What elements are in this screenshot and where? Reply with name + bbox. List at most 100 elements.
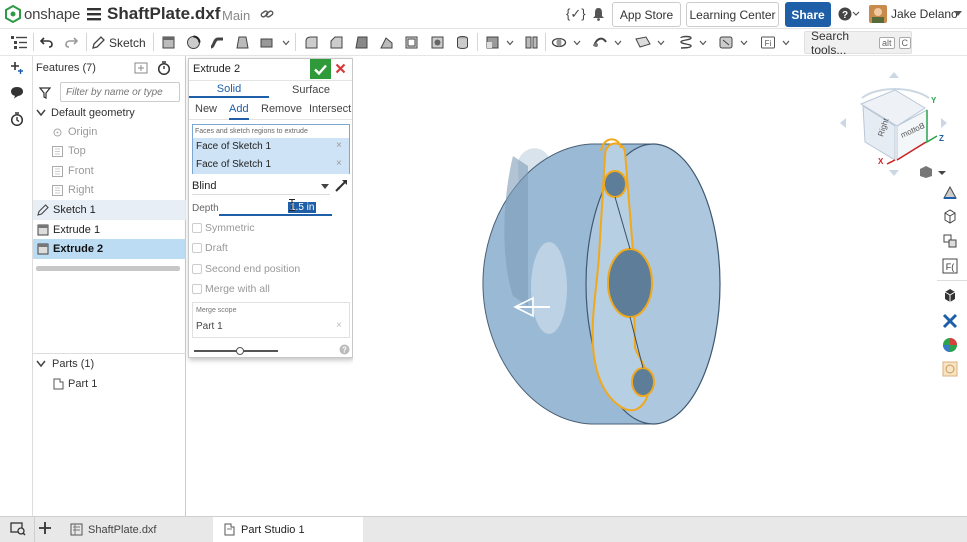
timer-icon[interactable] bbox=[157, 61, 171, 75]
split-tool-icon[interactable] bbox=[521, 31, 541, 54]
extrude-1-row[interactable]: Extrude 1 bbox=[33, 220, 186, 240]
plane-dropdown-chevron-icon[interactable] bbox=[655, 31, 667, 54]
region-item[interactable]: Face of Sketch 1 × bbox=[193, 156, 349, 174]
sweep-tool-icon[interactable] bbox=[207, 31, 227, 54]
flip-direction-icon[interactable] bbox=[334, 178, 349, 193]
merge-scope-box[interactable]: Merge scope Part 1 × bbox=[192, 302, 350, 338]
remove-region-icon[interactable]: × bbox=[336, 140, 342, 151]
cylinder-tool-icon[interactable] bbox=[452, 31, 472, 54]
boolean-dropdown-chevron-icon[interactable] bbox=[504, 31, 516, 54]
helix-dropdown-chevron-icon[interactable] bbox=[697, 31, 709, 54]
measure-icon[interactable]: F( bbox=[942, 258, 958, 274]
extrude-2-row[interactable]: Extrude 2 bbox=[33, 239, 186, 259]
merge-with-all-option[interactable]: Merge with all bbox=[192, 283, 270, 295]
transform-tool-icon[interactable] bbox=[549, 31, 569, 54]
tab-surface[interactable]: Surface bbox=[271, 81, 351, 98]
draft-checkbox[interactable] bbox=[192, 243, 202, 253]
link-icon[interactable] bbox=[260, 8, 274, 20]
redo-icon[interactable] bbox=[61, 31, 81, 54]
history-icon[interactable] bbox=[10, 112, 24, 126]
document-title[interactable]: ShaftPlate.dxf bbox=[107, 4, 220, 24]
comments-icon[interactable] bbox=[10, 86, 24, 99]
right-plane-row[interactable]: Right bbox=[33, 180, 186, 200]
rollback-bar[interactable] bbox=[36, 266, 180, 271]
insert-feature-icon[interactable] bbox=[10, 61, 24, 75]
extrude-tool-icon[interactable] bbox=[158, 31, 178, 54]
undo-icon[interactable] bbox=[36, 31, 56, 54]
origin-row[interactable]: Origin bbox=[33, 122, 186, 142]
search-tools-button[interactable]: Search tools... alt C bbox=[804, 29, 912, 57]
chevron-down-icon[interactable] bbox=[36, 360, 46, 368]
regions-selection-box[interactable]: Faces and sketch regions to extrude Face… bbox=[192, 124, 350, 174]
draft-option[interactable]: Draft bbox=[192, 242, 228, 254]
sketch-1-row[interactable]: Sketch 1 bbox=[33, 200, 186, 220]
rib-tool-icon[interactable] bbox=[376, 31, 396, 54]
user-avatar[interactable] bbox=[869, 5, 887, 23]
merge-with-all-checkbox[interactable] bbox=[192, 284, 202, 294]
explode-view-icon[interactable] bbox=[942, 233, 958, 249]
remove-scope-icon[interactable]: × bbox=[336, 320, 342, 331]
part-1-row[interactable]: Part 1 bbox=[33, 374, 186, 394]
preview-slider[interactable] bbox=[194, 347, 278, 355]
revolve-tool-icon[interactable] bbox=[183, 31, 203, 54]
draft-tool-icon[interactable] bbox=[351, 31, 371, 54]
appearance-icon[interactable] bbox=[942, 337, 958, 353]
feature-filter-input[interactable] bbox=[60, 82, 180, 102]
tab-shaftplate-dxf[interactable]: ShaftPlate.dxf bbox=[60, 517, 210, 542]
parts-header-row[interactable]: Parts (1) bbox=[33, 354, 186, 374]
depth-input[interactable]: 1.5 in bbox=[219, 200, 332, 216]
cancel-button[interactable] bbox=[335, 63, 346, 74]
thicken-dropdown-chevron-icon[interactable] bbox=[280, 31, 292, 54]
front-plane-row[interactable]: Front bbox=[33, 161, 186, 181]
mate-connector-icon[interactable] bbox=[942, 313, 958, 329]
pattern-tool-icon[interactable] bbox=[590, 31, 610, 54]
default-geometry-row[interactable]: Default geometry bbox=[33, 103, 186, 123]
op-add[interactable]: Add bbox=[229, 103, 249, 120]
share-button[interactable]: Share bbox=[785, 2, 831, 27]
boolean-tool-icon[interactable] bbox=[482, 31, 502, 54]
op-intersect[interactable]: Intersect bbox=[309, 103, 351, 115]
fillet-tool-icon[interactable] bbox=[301, 31, 321, 54]
transform-dropdown-chevron-icon[interactable] bbox=[571, 31, 583, 54]
second-end-option[interactable]: Second end position bbox=[192, 263, 300, 275]
helix-tool-icon[interactable] bbox=[676, 31, 696, 54]
graphics-viewport[interactable]: Right Bottom X Y Z F( bbox=[353, 56, 967, 516]
feature-list-toggle-icon[interactable] bbox=[8, 31, 30, 54]
section-view-icon[interactable] bbox=[942, 185, 958, 201]
custom-features-dropdown-chevron-icon[interactable] bbox=[780, 31, 792, 54]
variables-icon[interactable]: {✓} bbox=[566, 6, 586, 22]
chevron-down-icon[interactable] bbox=[36, 109, 46, 117]
chamfer-tool-icon[interactable] bbox=[326, 31, 346, 54]
hole-tool-icon[interactable] bbox=[427, 31, 447, 54]
app-store-button[interactable]: App Store bbox=[612, 2, 681, 27]
user-name[interactable]: Jake Delano bbox=[891, 7, 958, 21]
view-options-icon[interactable] bbox=[920, 165, 946, 179]
learning-center-button[interactable]: Learning Center bbox=[686, 2, 779, 27]
second-end-checkbox[interactable] bbox=[192, 264, 202, 274]
surface-tool-icon[interactable] bbox=[716, 31, 736, 54]
notifications-bell-icon[interactable] bbox=[592, 7, 605, 21]
tab-manager-icon[interactable] bbox=[10, 522, 26, 536]
onshape-logo-icon[interactable] bbox=[5, 5, 21, 23]
user-menu-chevron-icon[interactable] bbox=[954, 11, 962, 17]
help-icon[interactable]: ? bbox=[838, 7, 860, 21]
slider-knob[interactable] bbox=[236, 347, 244, 355]
op-remove[interactable]: Remove bbox=[261, 103, 302, 115]
tab-part-studio-1[interactable]: Part Studio 1 bbox=[213, 517, 363, 542]
tab-solid[interactable]: Solid bbox=[189, 81, 269, 98]
symmetric-option[interactable]: Symmetric bbox=[192, 222, 255, 234]
surface-dropdown-chevron-icon[interactable] bbox=[738, 31, 750, 54]
loft-tool-icon[interactable] bbox=[232, 31, 252, 54]
named-views-icon[interactable] bbox=[942, 209, 958, 225]
sketch-button[interactable]: Sketch bbox=[90, 31, 150, 54]
add-tab-icon[interactable] bbox=[38, 521, 52, 535]
menu-icon[interactable] bbox=[87, 7, 101, 21]
filter-funnel-icon[interactable] bbox=[39, 87, 51, 99]
op-new[interactable]: New bbox=[195, 103, 217, 115]
materials-icon[interactable] bbox=[942, 361, 958, 377]
confirm-button[interactable] bbox=[310, 59, 331, 79]
top-plane-row[interactable]: Top bbox=[33, 141, 186, 161]
features-rollback-icon[interactable] bbox=[134, 62, 148, 74]
pattern-dropdown-chevron-icon[interactable] bbox=[612, 31, 624, 54]
region-item[interactable]: Face of Sketch 1 × bbox=[193, 138, 349, 156]
